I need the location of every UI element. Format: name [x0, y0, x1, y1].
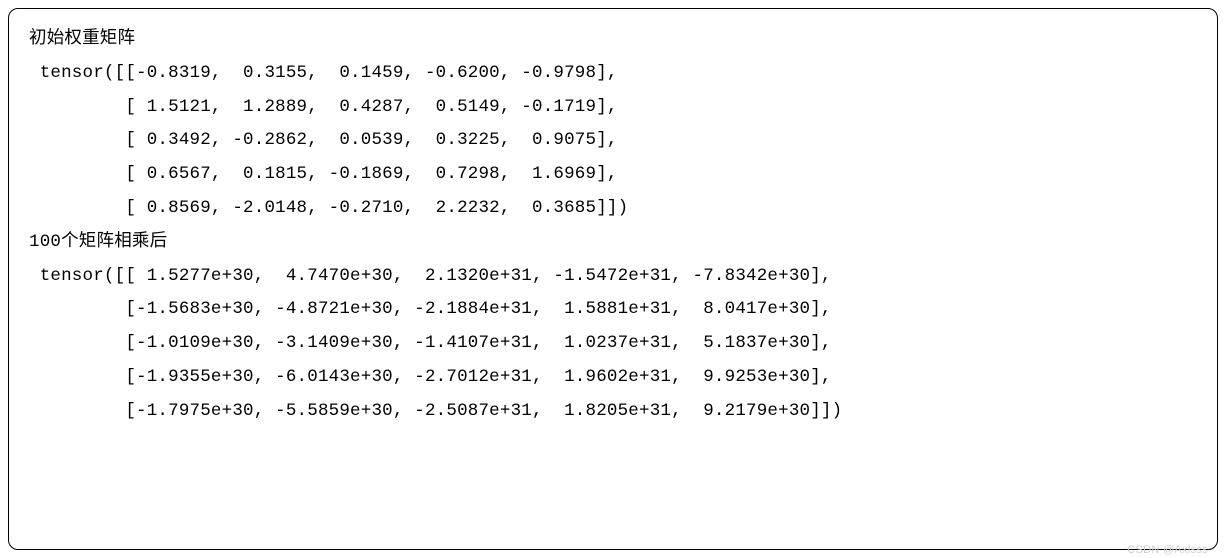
tensor1-row: [ 0.6567, 0.1815, -0.1869, 0.7298, 1.696…: [29, 158, 1197, 192]
tensor2-row: [-1.7975e+30, -5.5859e+30, -2.5087e+31, …: [29, 395, 1197, 429]
watermark-text: CSDN @Axlsss: [1127, 544, 1208, 556]
tensor1-row: [ 0.3492, -0.2862, 0.0539, 0.3225, 0.907…: [29, 124, 1197, 158]
code-output-box: 初始权重矩阵 tensor([[-0.8319, 0.3155, 0.1459,…: [8, 8, 1218, 550]
tensor1-row: [ 1.5121, 1.2889, 0.4287, 0.5149, -0.171…: [29, 91, 1197, 125]
header-initial-weight: 初始权重矩阵: [29, 23, 1197, 57]
tensor1-row: tensor([[-0.8319, 0.3155, 0.1459, -0.620…: [29, 57, 1197, 91]
tensor2-row: tensor([[ 1.5277e+30, 4.7470e+30, 2.1320…: [29, 260, 1197, 294]
tensor2-row: [-1.9355e+30, -6.0143e+30, -2.7012e+31, …: [29, 361, 1197, 395]
tensor2-row: [-1.0109e+30, -3.1409e+30, -1.4107e+31, …: [29, 327, 1197, 361]
tensor2-row: [-1.5683e+30, -4.8721e+30, -2.1884e+31, …: [29, 293, 1197, 327]
tensor1-row: [ 0.8569, -2.0148, -0.2710, 2.2232, 0.36…: [29, 192, 1197, 226]
header-after-multiply: 100个矩阵相乘后: [29, 226, 1197, 260]
